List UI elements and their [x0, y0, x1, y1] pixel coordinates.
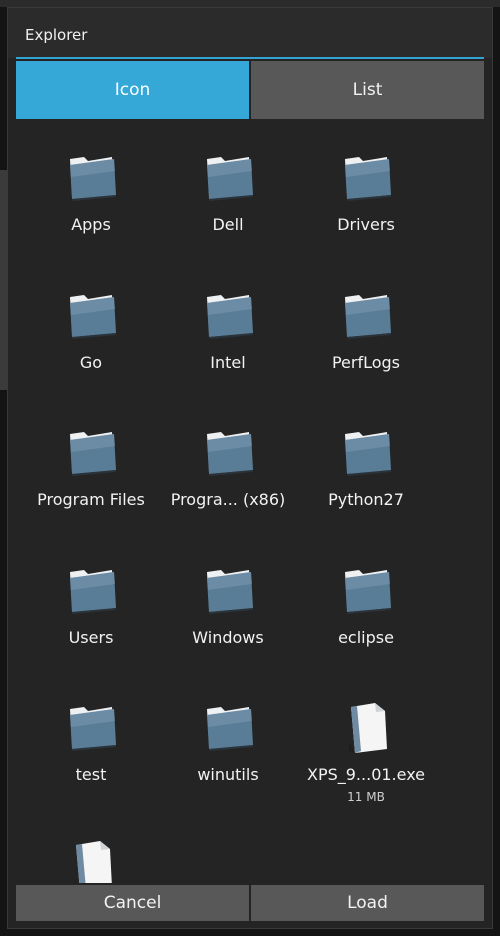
folder-item[interactable]: Drivers: [291, 121, 441, 251]
file-item[interactable]: [16, 809, 166, 883]
background-strip-top: [0, 0, 500, 7]
folder-icon: [66, 426, 118, 478]
file-icon: [66, 839, 118, 883]
file-grid: Apps Dell Drivers Go Intel PerfLogs Program Fi…: [8, 121, 492, 883]
folder-item[interactable]: Python27: [291, 396, 441, 526]
item-label: Drivers: [337, 215, 395, 234]
folder-icon: [341, 151, 393, 203]
tab-list-view-label: List: [352, 80, 383, 100]
folder-item[interactable]: eclipse: [291, 534, 441, 664]
folder-icon: [203, 701, 255, 753]
load-button-label: Load: [347, 893, 388, 913]
folder-icon: [66, 701, 118, 753]
title-underline: [16, 57, 484, 59]
explorer-dialog: Explorer Icon List Apps Dell Drivers Go Inte…: [7, 7, 493, 929]
dialog-title: Explorer: [25, 26, 88, 44]
background-strip-left: [0, 170, 7, 390]
item-label: PerfLogs: [331, 352, 401, 372]
cancel-button[interactable]: Cancel: [16, 885, 249, 921]
tab-icon-view[interactable]: Icon: [16, 61, 249, 119]
folder-icon: [203, 426, 255, 478]
file-icon: [341, 701, 393, 753]
folder-item[interactable]: PerfLogs: [291, 259, 441, 389]
item-label: Python27: [328, 490, 404, 509]
item-label: eclipse: [338, 627, 394, 647]
folder-icon: [341, 564, 393, 616]
item-size: 11 MB: [347, 790, 385, 804]
tab-icon-view-label: Icon: [114, 80, 151, 100]
item-label: XPS_9...01.exe: [306, 765, 426, 784]
cancel-button-label: Cancel: [103, 893, 162, 913]
title-bar: Explorer: [8, 8, 492, 59]
file-item[interactable]: XPS_9...01.exe 11 MB: [291, 671, 441, 804]
folder-icon: [203, 289, 255, 341]
folder-icon: [66, 289, 118, 341]
tab-list-view[interactable]: List: [251, 61, 484, 119]
folder-icon: [203, 564, 255, 616]
folder-icon: [203, 151, 255, 203]
folder-icon: [66, 151, 118, 203]
folder-icon: [341, 289, 393, 341]
folder-icon: [66, 564, 118, 616]
load-button[interactable]: Load: [251, 885, 484, 921]
folder-icon: [341, 426, 393, 478]
